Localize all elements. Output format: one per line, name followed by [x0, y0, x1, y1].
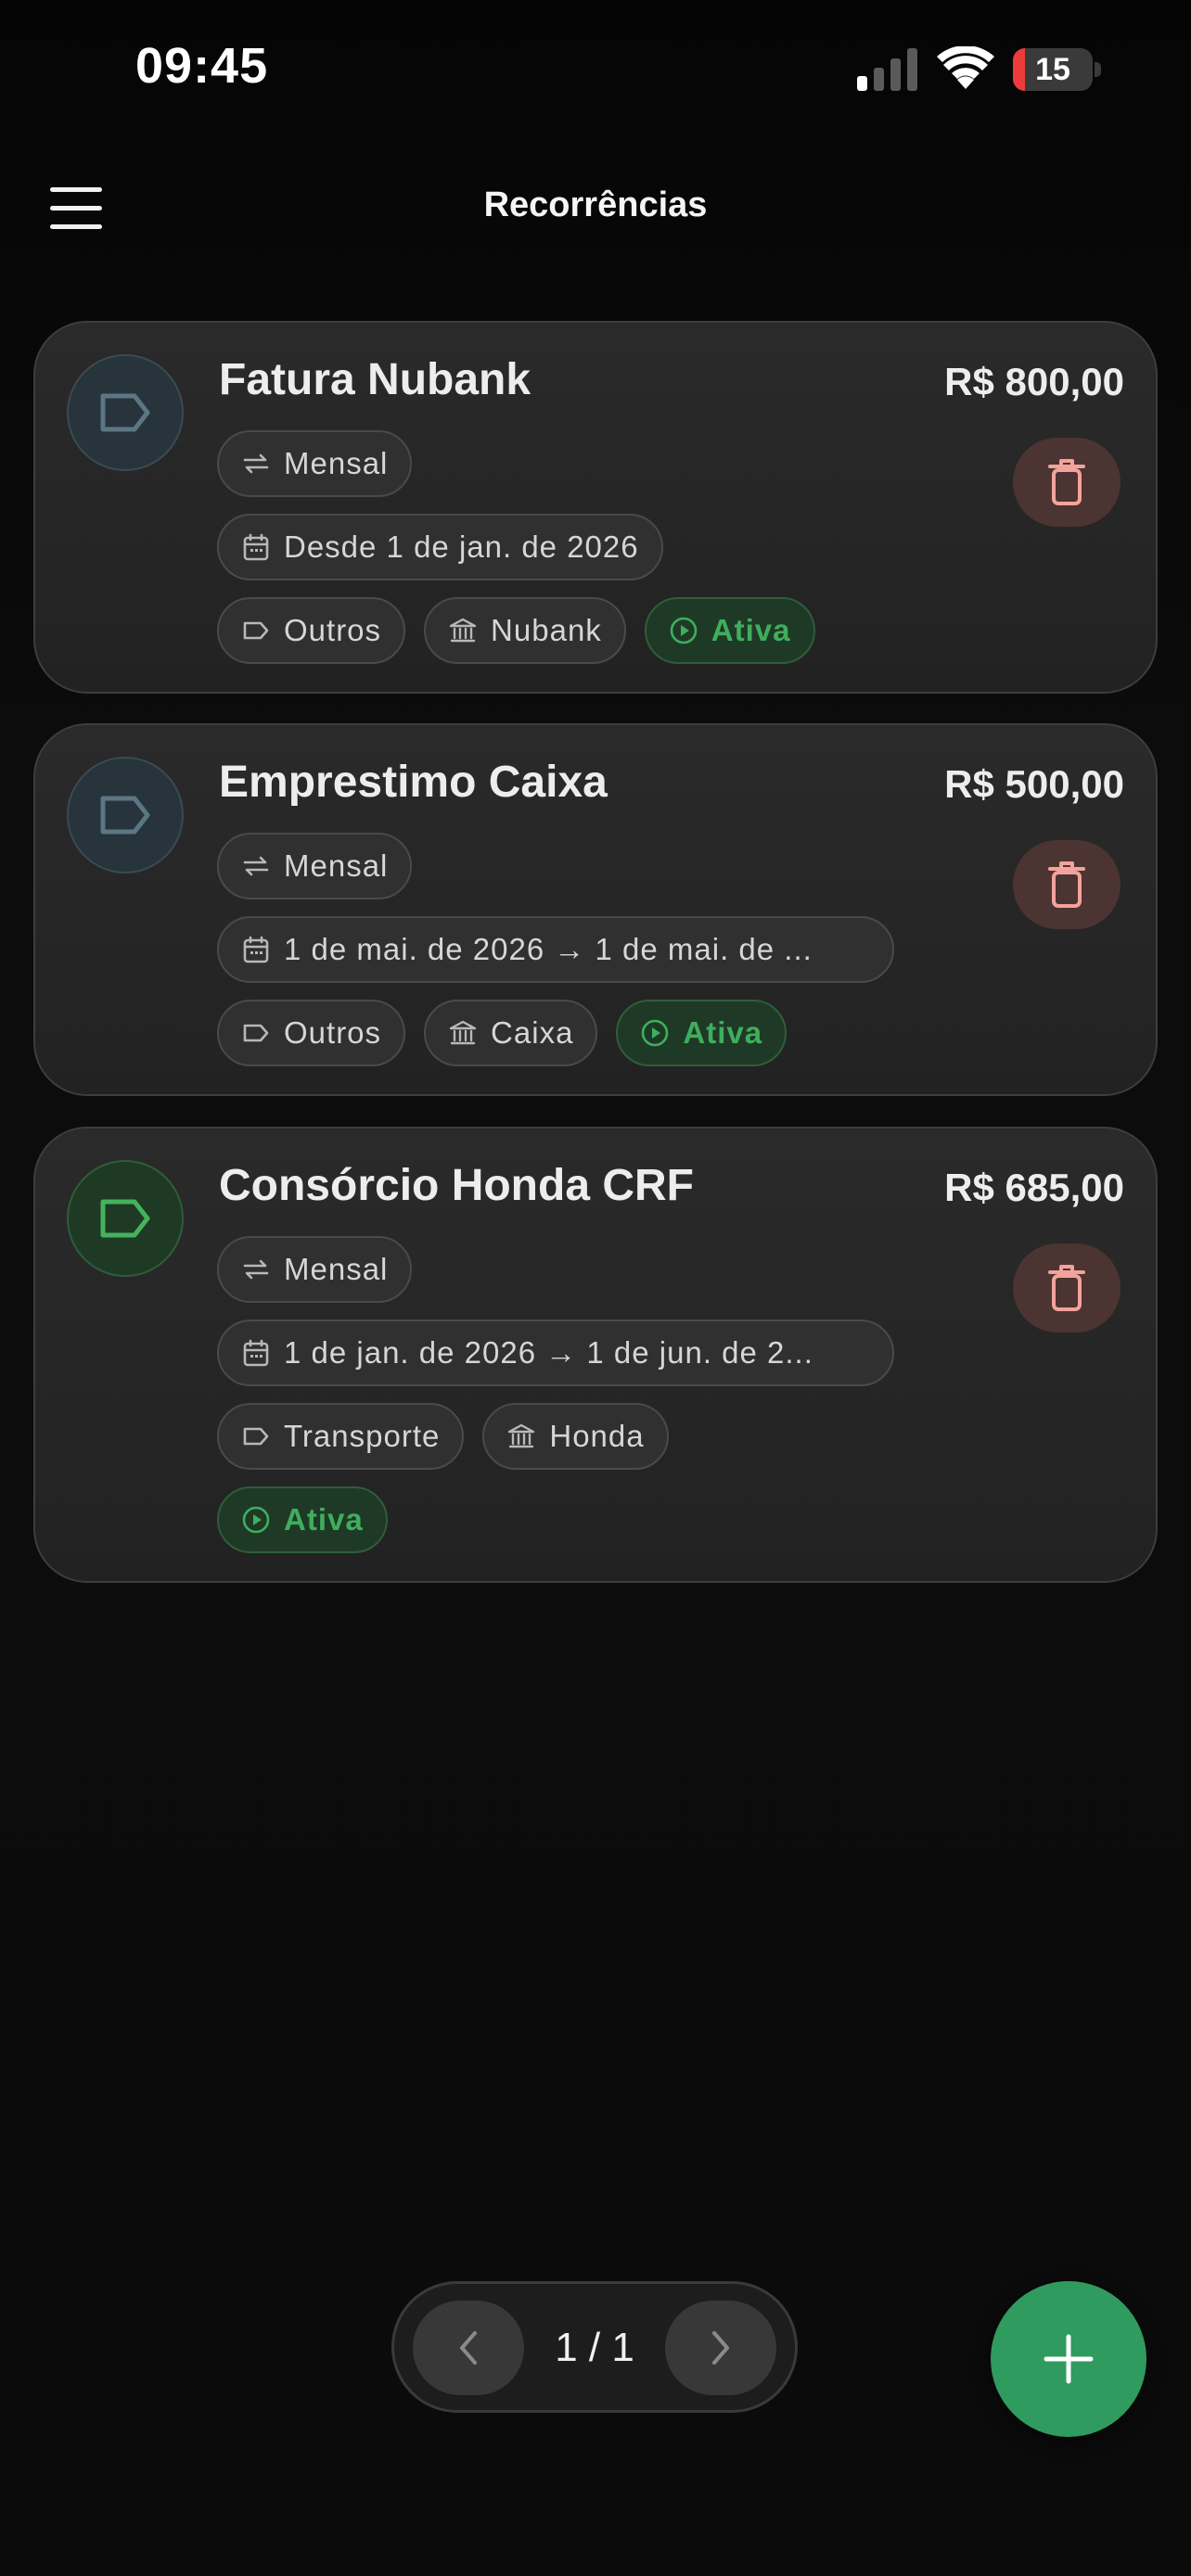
- pagination: 1 / 1: [391, 2281, 798, 2413]
- status-label: Ativa: [711, 613, 791, 647]
- status-label: Ativa: [683, 1015, 763, 1050]
- bank-label: Nubank: [491, 613, 602, 647]
- delete-button[interactable]: [1013, 1243, 1121, 1333]
- chevron-right-icon: [712, 2331, 729, 2365]
- date-chip: Desde 1 de jan. de 2026: [217, 514, 663, 580]
- calendar-icon: [243, 936, 269, 963]
- repeat-icon: [243, 1259, 269, 1280]
- trash-icon: [1048, 459, 1085, 505]
- bank-label: Caixa: [491, 1015, 574, 1050]
- frequency-chip: Mensal: [217, 1236, 413, 1303]
- recurrence-amount: R$ 500,00: [944, 762, 1124, 806]
- tag-icon: [243, 1427, 269, 1446]
- bank-chip: Honda: [482, 1403, 669, 1470]
- category-chip: Outros: [217, 1000, 406, 1066]
- category-label: Outros: [284, 613, 382, 647]
- status-label: Ativa: [284, 1502, 364, 1537]
- frequency-label: Mensal: [284, 446, 389, 480]
- battery-percent: 15: [1035, 52, 1070, 87]
- date-label: 1 de mai. de 2026 → 1 de mai. de ...: [284, 932, 813, 966]
- repeat-icon: [243, 453, 269, 474]
- tag-icon: [243, 621, 269, 640]
- date-chip: 1 de mai. de 2026 → 1 de mai. de ...: [217, 916, 894, 983]
- recurrence-amount: R$ 685,00: [944, 1166, 1124, 1209]
- recurrence-amount: R$ 800,00: [944, 360, 1124, 403]
- trash-icon: [1048, 1265, 1085, 1311]
- tag-icon: [100, 393, 150, 432]
- bank-icon: [449, 1020, 477, 1045]
- repeat-icon: [243, 856, 269, 876]
- delete-button[interactable]: [1013, 840, 1121, 929]
- category-icon-circle: [67, 757, 184, 874]
- recurrence-card[interactable]: Consórcio Honda CRF R$ 685,00 Mensal 1 d…: [33, 1127, 1158, 1583]
- status-bar: 09:45 15: [0, 0, 1191, 139]
- frequency-label: Mensal: [284, 848, 389, 883]
- delete-button[interactable]: [1013, 438, 1121, 527]
- tag-icon: [100, 796, 150, 835]
- plus-icon: [1044, 2334, 1094, 2384]
- category-chip: Transporte: [217, 1403, 465, 1470]
- recurrence-title: Emprestimo Caixa: [219, 758, 608, 807]
- bank-label: Honda: [549, 1419, 645, 1453]
- add-recurrence-button[interactable]: [991, 2281, 1146, 2437]
- calendar-icon: [243, 1339, 269, 1367]
- bank-icon: [449, 618, 477, 643]
- status-time: 09:45: [135, 38, 269, 94]
- app-header: Recorrências: [0, 167, 1191, 250]
- date-label: Desde 1 de jan. de 2026: [284, 529, 639, 564]
- frequency-label: Mensal: [284, 1252, 389, 1286]
- screen: 09:45 15 Recorrências Fatura Nubank R$ 8…: [0, 0, 1191, 2576]
- bank-icon: [508, 1423, 535, 1448]
- date-label: 1 de jan. de 2026 → 1 de jun. de 2...: [284, 1335, 813, 1370]
- status-badge: Ativa: [616, 1000, 788, 1066]
- category-icon-circle: [67, 1160, 184, 1277]
- frequency-chip: Mensal: [217, 430, 413, 497]
- trash-icon: [1048, 861, 1085, 908]
- recurrence-card[interactable]: Fatura Nubank R$ 800,00 Mensal Desde 1 d…: [33, 321, 1158, 694]
- wifi-icon: [937, 46, 994, 89]
- category-icon-circle: [67, 354, 184, 471]
- bank-chip: Nubank: [424, 597, 626, 664]
- play-circle-icon: [242, 1506, 270, 1534]
- next-page-button[interactable]: [665, 2301, 776, 2395]
- recurrence-card[interactable]: Emprestimo Caixa R$ 500,00 Mensal 1 de m…: [33, 723, 1158, 1096]
- battery-indicator: 15: [1013, 48, 1102, 91]
- cellular-signal-icon: [857, 48, 917, 91]
- calendar-icon: [243, 533, 269, 561]
- bank-chip: Caixa: [424, 1000, 598, 1066]
- status-badge: Ativa: [644, 597, 815, 664]
- play-circle-icon: [670, 617, 698, 644]
- category-label: Transporte: [284, 1419, 441, 1453]
- status-badge: Ativa: [217, 1486, 388, 1553]
- category-chip: Outros: [217, 597, 406, 664]
- page-title: Recorrências: [483, 185, 708, 224]
- recurrence-title: Fatura Nubank: [219, 355, 531, 404]
- recurrence-title: Consórcio Honda CRF: [219, 1161, 694, 1210]
- date-chip: 1 de jan. de 2026 → 1 de jun. de 2...: [217, 1320, 894, 1386]
- play-circle-icon: [642, 1019, 669, 1047]
- tag-icon: [100, 1199, 150, 1238]
- frequency-chip: Mensal: [217, 833, 413, 899]
- category-label: Outros: [284, 1015, 382, 1050]
- tag-icon: [243, 1024, 269, 1042]
